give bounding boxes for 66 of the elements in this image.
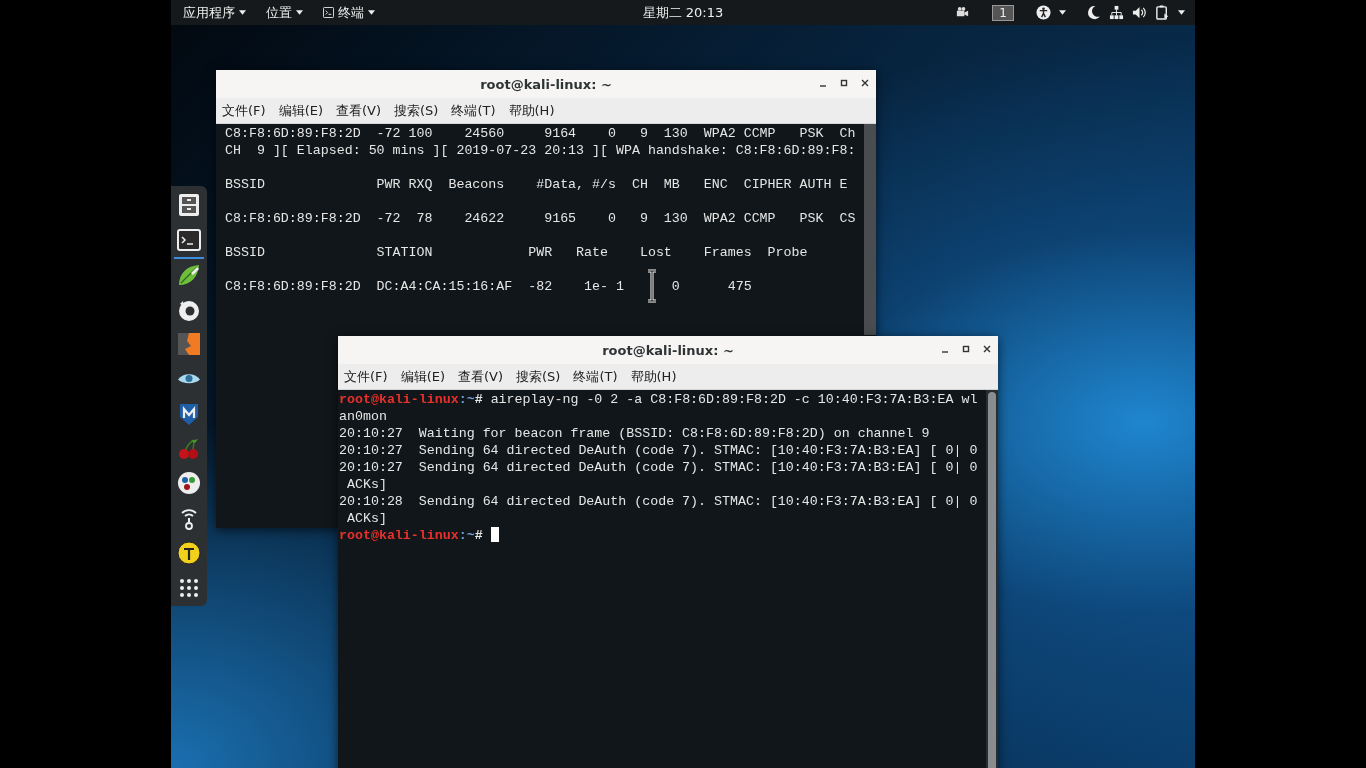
- menu-item[interactable]: 搜索(S): [394, 101, 439, 120]
- caret-icon: [239, 10, 246, 15]
- menu-item[interactable]: 搜索(S): [516, 367, 561, 386]
- network-icon[interactable]: [1109, 5, 1124, 20]
- power-icon[interactable]: [1155, 5, 1170, 20]
- caret-icon[interactable]: [1059, 10, 1066, 15]
- dots-icon: [177, 471, 201, 496]
- caret-icon: [296, 10, 303, 15]
- terminal-line: 20:10:27 Waiting for beacon frame (BSSID: C8:F8:6D:89:F8:2D) on channel 9: [339, 425, 931, 442]
- workspace-indicator[interactable]: 1: [992, 4, 1014, 21]
- menu-item[interactable]: 文件(F): [344, 367, 388, 386]
- terminal-line: C8:F8:6D:89:F8:2D DC:A4:CA:15:16:AF -82 1e- 1 0 475: [225, 278, 753, 295]
- window-title: root@kali-linux: ~: [480, 76, 612, 92]
- menu-item[interactable]: 终端(T): [451, 101, 496, 120]
- terminal-line: ACKs]: [345, 510, 388, 527]
- shield-icon: [177, 401, 201, 426]
- terminal-line: ACKs]: [345, 476, 388, 493]
- leaf-icon: [177, 262, 201, 287]
- prompt-symbol: #: [474, 528, 483, 543]
- terminal-line: 20:10:28 Sending 64 directed DeAuth (code 7). STMAC: [10:40:F3:7A:B3:EA] [ 0| 0: [339, 493, 979, 510]
- scrollbar[interactable]: [864, 124, 876, 335]
- clock[interactable]: 星期二 20:13: [642, 3, 724, 22]
- text-cursor-icon: [646, 269, 658, 303]
- terminal-icon: [177, 228, 201, 253]
- window-title: root@kali-linux: ~: [602, 342, 734, 358]
- terminal-line: 20:10:27 Sending 64 directed DeAuth (code 7). STMAC: [10:40:F3:7A:B3:EA] [ 0| 0: [339, 459, 979, 476]
- terminal-line: CH 9 ][ Elapsed: 50 mins ][ 2019-07-23 20:13 ][ WPA handshake: C8:F8:6D:89:F8:: [225, 142, 857, 159]
- top-menu[interactable]: 终端: [315, 3, 383, 22]
- terminal-line: 20:10:27 Sending 64 directed DeAuth (code 7). STMAC: [10:40:F3:7A:B3:EA] [ 0| 0: [339, 442, 979, 459]
- menu-item[interactable]: 查看(V): [336, 101, 382, 120]
- cherry-icon: [177, 436, 201, 461]
- terminal-line: BSSID PWR RXQ Beacons #Data, #/s CH MB ENC CIPHER AUTH E: [225, 176, 849, 193]
- prompt-path: :~: [458, 528, 475, 543]
- volume-icon[interactable]: [1132, 5, 1147, 20]
- menu-item[interactable]: 编辑(E): [400, 367, 445, 386]
- menu-item[interactable]: 帮助(H): [630, 367, 677, 386]
- menu-item[interactable]: 编辑(E): [278, 101, 323, 120]
- top-menu[interactable]: 位置: [258, 3, 311, 22]
- prompt-path: :~: [458, 392, 475, 407]
- menu-item[interactable]: 文件(F): [222, 101, 266, 120]
- menu-item[interactable]: 终端(T): [573, 367, 618, 386]
- terminal-line: C8:F8:6D:89:F8:2D -72 78 24622 9165 0 9 130 WPA2 CCMP PSK CS: [225, 210, 857, 227]
- prompt-user: root@kali-linux: [339, 528, 459, 543]
- scrollbar[interactable]: [986, 390, 998, 768]
- close-icon[interactable]: [860, 78, 870, 88]
- terminal-line: C8:F8:6D:89:F8:2D -72 100 24560 9164 0 9 130 WPA2 CCMP PSK Ch: [225, 125, 857, 142]
- top-menu[interactable]: 应用程序: [175, 3, 254, 22]
- caret-icon[interactable]: [1178, 10, 1185, 15]
- bolt-icon: [177, 332, 201, 357]
- close-icon[interactable]: [982, 344, 992, 354]
- accessibility-icon[interactable]: [1036, 5, 1051, 20]
- menu-item[interactable]: 查看(V): [458, 367, 504, 386]
- caret-icon: [368, 10, 375, 15]
- eye-icon: [177, 373, 201, 386]
- prompt-user: root@kali-linux: [339, 392, 459, 407]
- cabinet-icon: [177, 193, 201, 218]
- terminal-line: BSSID STATION PWR Rate Lost Frames Probe: [225, 244, 809, 261]
- maximize-icon[interactable]: [961, 344, 971, 354]
- prompt-symbol: #: [474, 392, 483, 407]
- terminal-icon: [323, 7, 334, 18]
- beacon-icon: [177, 540, 201, 565]
- moon-icon[interactable]: [1086, 5, 1101, 20]
- command-text: aireplay-ng -0 2 -a C8:F8:6D:89:F8:2D -c 10:40:F3:7A:B3:EA wl: [490, 392, 978, 407]
- maximize-icon[interactable]: [839, 78, 849, 88]
- menu-item[interactable]: 帮助(H): [508, 101, 555, 120]
- terminal-line: an0mon: [339, 408, 388, 425]
